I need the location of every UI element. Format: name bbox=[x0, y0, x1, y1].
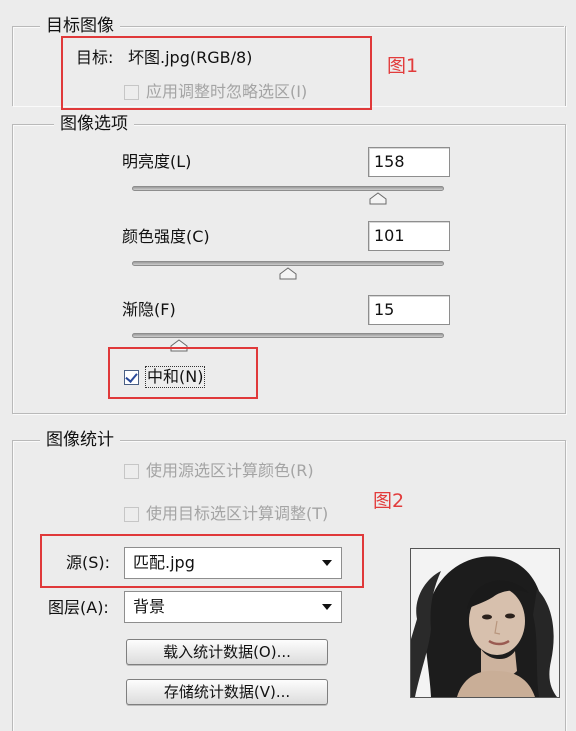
fade-input[interactable]: 15 bbox=[368, 295, 450, 325]
portrait-thumbnail bbox=[411, 549, 559, 697]
use-source-selection-checkbox[interactable] bbox=[124, 464, 139, 479]
color-intensity-input[interactable]: 101 bbox=[368, 221, 450, 251]
color-intensity-slider-track[interactable] bbox=[132, 261, 444, 266]
save-statistics-button[interactable]: 存储统计数据(V)... bbox=[126, 679, 328, 705]
annotation-fig1: 图1 bbox=[387, 55, 419, 77]
use-source-selection-label[interactable]: 使用源选区计算颜色(R) bbox=[146, 461, 314, 481]
use-target-selection-checkbox[interactable] bbox=[124, 507, 139, 522]
luminance-label: 明亮度(L) bbox=[122, 152, 192, 171]
color-intensity-slider-thumb[interactable] bbox=[279, 267, 297, 280]
load-statistics-button[interactable]: 载入统计数据(O)... bbox=[126, 639, 328, 665]
layer-select-value: 背景 bbox=[133, 597, 166, 616]
luminance-slider-thumb[interactable] bbox=[369, 192, 387, 205]
fade-label: 渐隐(F) bbox=[122, 300, 176, 319]
luminance-input[interactable]: 158 bbox=[368, 147, 450, 177]
luminance-slider-track[interactable] bbox=[132, 186, 444, 191]
target-image-legend: 目标图像 bbox=[40, 16, 120, 36]
annotation-box-source bbox=[40, 534, 364, 588]
layer-select[interactable]: 背景 bbox=[124, 591, 342, 623]
layer-label: 图层(A): bbox=[48, 598, 109, 617]
chevron-down-icon bbox=[322, 604, 332, 610]
annotation-box-neutralize bbox=[108, 347, 258, 399]
annotation-fig2: 图2 bbox=[373, 490, 405, 512]
annotation-box-1 bbox=[61, 36, 372, 110]
source-image-preview bbox=[410, 548, 560, 698]
image-options-legend: 图像选项 bbox=[54, 114, 134, 134]
fade-slider-track[interactable] bbox=[132, 333, 444, 338]
color-intensity-label: 颜色强度(C) bbox=[122, 227, 210, 246]
image-statistics-legend: 图像统计 bbox=[40, 430, 120, 450]
use-target-selection-label[interactable]: 使用目标选区计算调整(T) bbox=[146, 504, 328, 524]
